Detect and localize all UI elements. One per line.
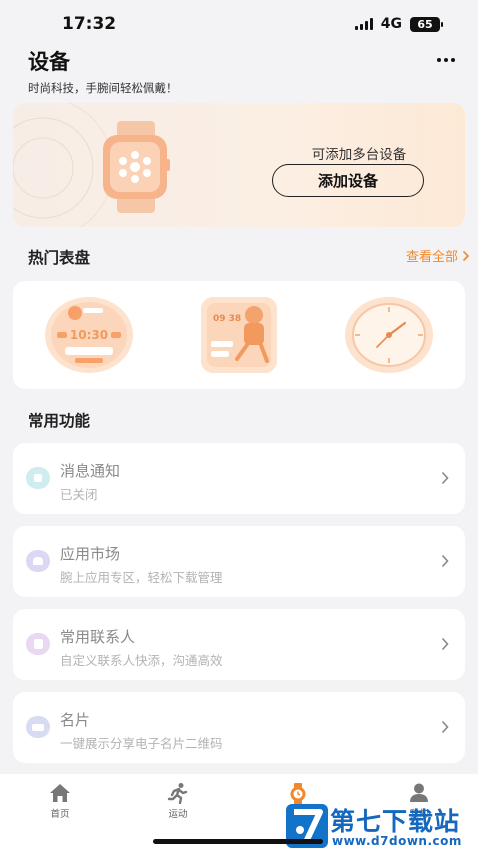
network-type: 4G — [380, 16, 402, 32]
status-bar: 17:32 4G 65 — [0, 0, 478, 44]
page-title: 设备 — [28, 50, 70, 74]
watermark-title: 第七下载站 — [330, 807, 461, 836]
feature-item-contacts[interactable]: 常用联系人 自定义联系人快添，沟通高效 — [13, 609, 465, 680]
banner-hint: 可添加多台设备 — [311, 147, 407, 163]
watch-faces-card: 10:30 09 38 — [13, 281, 465, 389]
business-card-icon — [26, 716, 50, 738]
signal-icon — [354, 18, 373, 30]
status-time: 17:32 — [62, 14, 117, 34]
feature-desc: 腕上应用专区，轻松下载管理 — [60, 570, 223, 585]
chevron-right-icon — [462, 250, 470, 261]
feature-name: 常用联系人 — [60, 628, 136, 646]
contacts-icon — [26, 633, 50, 655]
watermark-url: www.d7down.com — [332, 834, 462, 848]
smartwatch-illustration — [103, 121, 170, 213]
feature-item-app-market[interactable]: 应用市场 腕上应用专区，轻松下载管理 — [13, 526, 465, 597]
home-indicator — [153, 839, 323, 844]
feature-desc: 一键展示分享电子名片二维码 — [60, 736, 223, 751]
watch-face-character[interactable]: 09 38 — [199, 295, 279, 375]
feature-name: 名片 — [60, 711, 91, 729]
battery-icon: 65 — [410, 16, 443, 32]
notification-icon — [26, 467, 50, 489]
feature-name: 应用市场 — [60, 545, 121, 563]
feature-name: 消息通知 — [60, 462, 121, 480]
more-dots-icon[interactable] — [432, 50, 460, 70]
page-subtitle: 时尚科技，手腕间轻松佩戴！ — [28, 81, 178, 95]
view-all-link[interactable]: 查看全部 — [406, 246, 470, 265]
digital-face-time: 10:30 — [70, 328, 108, 342]
status-indicators: 4G 65 — [354, 16, 443, 32]
chevron-right-icon — [441, 471, 449, 485]
features-title: 常用功能 — [28, 412, 91, 430]
chevron-right-icon — [441, 554, 449, 568]
tab-home[interactable]: 首页 — [30, 782, 90, 820]
tab-label: 首页 — [50, 809, 70, 820]
tab-sport[interactable]: 运动 — [148, 782, 208, 820]
feature-item-notification[interactable]: 消息通知 已关闭 — [13, 443, 465, 514]
watch-face-digital[interactable]: 10:30 — [43, 295, 135, 375]
home-icon — [50, 784, 70, 802]
feature-item-business-card[interactable]: 名片 一键展示分享电子名片二维码 — [13, 692, 465, 763]
app-market-icon — [26, 550, 50, 572]
running-icon — [167, 783, 188, 804]
view-all-label: 查看全部 — [405, 250, 458, 265]
chevron-right-icon — [441, 637, 449, 651]
add-device-banner: 可添加多台设备 添加设备 — [13, 103, 465, 227]
feature-desc: 已关闭 — [60, 487, 98, 502]
watch-face-analog[interactable] — [343, 295, 435, 375]
feature-desc: 自定义联系人快添，沟通高效 — [60, 653, 223, 668]
chevron-right-icon — [441, 720, 449, 734]
watch-faces-title: 热门表盘 — [28, 249, 91, 267]
tab-label: 运动 — [168, 809, 188, 820]
character-face-time: 09 38 — [213, 314, 241, 324]
add-device-button[interactable]: 添加设备 — [272, 164, 424, 197]
